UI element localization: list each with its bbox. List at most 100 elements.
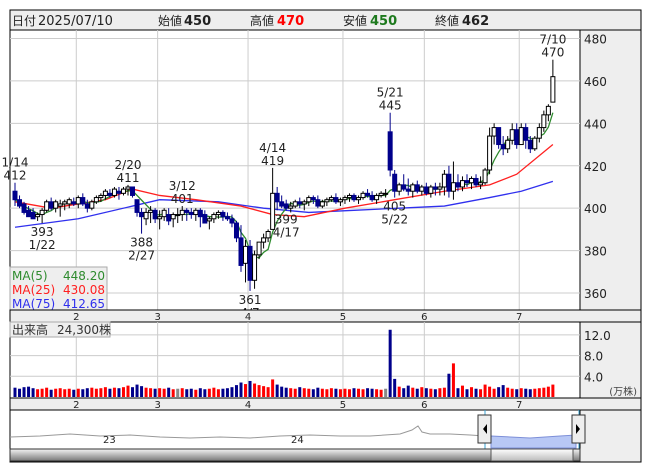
candle-body	[328, 197, 334, 201]
candle-body	[215, 211, 221, 216]
candle-body	[26, 209, 32, 218]
candle-body	[437, 186, 443, 190]
date-axis-upper	[9, 309, 642, 323]
volume-bar	[18, 388, 22, 397]
candle-body	[310, 197, 316, 201]
volume-bar	[162, 388, 166, 397]
candle-body	[365, 192, 371, 196]
candle-body	[532, 137, 538, 150]
ma25-label: MA(25)	[12, 283, 55, 297]
candle-body	[202, 214, 208, 224]
month-label: 3	[154, 312, 160, 323]
volume-bar	[45, 387, 49, 397]
volume-bar	[537, 388, 541, 397]
candle-body	[346, 194, 352, 199]
candle-body	[356, 197, 362, 201]
volume-bar	[438, 388, 442, 397]
candle-body	[53, 201, 59, 209]
volume-bar	[497, 387, 501, 397]
volume-bar	[94, 388, 98, 397]
candle-body	[315, 199, 321, 207]
high-value: 470	[277, 14, 304, 29]
candle-body	[428, 186, 434, 194]
volume-bar	[519, 388, 523, 397]
volume-bar	[158, 388, 162, 397]
annotation-date: 7/10	[539, 33, 566, 47]
candle-body	[44, 201, 50, 211]
navigator-left-handle[interactable]	[477, 414, 492, 444]
candle-body	[229, 218, 235, 224]
candle-body	[423, 186, 429, 194]
candle-body	[342, 197, 348, 201]
candle-body	[66, 199, 72, 205]
volume-tick-label: 12.0	[584, 329, 611, 343]
volume-bar	[225, 388, 229, 397]
volume-bar	[379, 389, 383, 397]
candle-body	[337, 199, 343, 203]
month-label: 6	[421, 312, 427, 323]
date-axis-lower	[9, 397, 642, 411]
chart-svg[interactable]: 日付 2025/07/10 始値 450 高値 470 安値 450 終値 46…	[0, 0, 653, 470]
volume-tick-label: 4.0	[584, 370, 603, 384]
candle-body	[414, 184, 420, 192]
candle-body	[396, 184, 402, 192]
volume-bar	[533, 388, 537, 397]
volume-bar	[49, 389, 53, 397]
close-value: 462	[462, 14, 489, 29]
month-label: 4	[245, 312, 251, 323]
volume-bar	[212, 387, 216, 397]
scrollbar-thumb[interactable]	[490, 448, 574, 462]
candle-body	[157, 216, 163, 220]
candle-body	[84, 203, 90, 209]
candle-body	[378, 192, 384, 196]
candle-body	[360, 192, 366, 199]
volume-bar	[325, 389, 329, 397]
candle-body	[148, 209, 154, 213]
volume-bar	[239, 382, 243, 397]
candle-body	[283, 203, 289, 209]
volume-tick-label: 8.0	[584, 350, 603, 364]
candle-body	[206, 218, 212, 222]
volume-bar	[266, 387, 270, 397]
volume-value: 24,300株	[57, 322, 111, 337]
volume-bar	[248, 380, 252, 397]
volume-bar	[361, 389, 365, 397]
volume-bar	[112, 387, 116, 397]
annotation-value: 412	[4, 169, 27, 183]
candle-body	[12, 190, 18, 201]
volume-bar	[415, 388, 419, 397]
annotation-date: 5/22	[381, 213, 408, 227]
ma5-label: MA(5)	[12, 269, 48, 283]
candle-body	[89, 201, 95, 209]
volume-bar	[230, 387, 234, 397]
volume-bar	[180, 388, 184, 397]
volume-label: 出来高	[12, 322, 48, 337]
navigator-right-handle[interactable]	[571, 414, 586, 444]
navigator-year-label-24: 24	[291, 435, 304, 446]
candle-body	[469, 177, 475, 184]
ma75-label: MA(75)	[12, 297, 55, 311]
volume-bar	[429, 388, 433, 397]
candle-body	[274, 192, 280, 203]
volume-bar	[483, 384, 487, 397]
candle-body	[71, 201, 77, 205]
annotation-value: 470	[541, 46, 564, 60]
candle-body	[48, 201, 54, 209]
candle-body	[265, 231, 271, 239]
candle-body	[238, 237, 244, 266]
volume-bar	[234, 385, 238, 397]
volume-bar	[366, 388, 370, 397]
volume-bar	[99, 388, 103, 397]
candle-body	[301, 201, 307, 205]
volume-bar	[442, 387, 446, 397]
low-value: 450	[370, 14, 397, 29]
volume-bar	[411, 387, 415, 397]
candle-body	[527, 139, 533, 150]
volume-bar	[546, 386, 550, 397]
volume-bar	[185, 389, 189, 397]
candle-body	[297, 201, 303, 205]
volume-bar	[176, 388, 180, 397]
candle-body	[170, 214, 176, 220]
volume-bar	[103, 387, 107, 397]
ma25-value: 430.08	[63, 283, 105, 297]
